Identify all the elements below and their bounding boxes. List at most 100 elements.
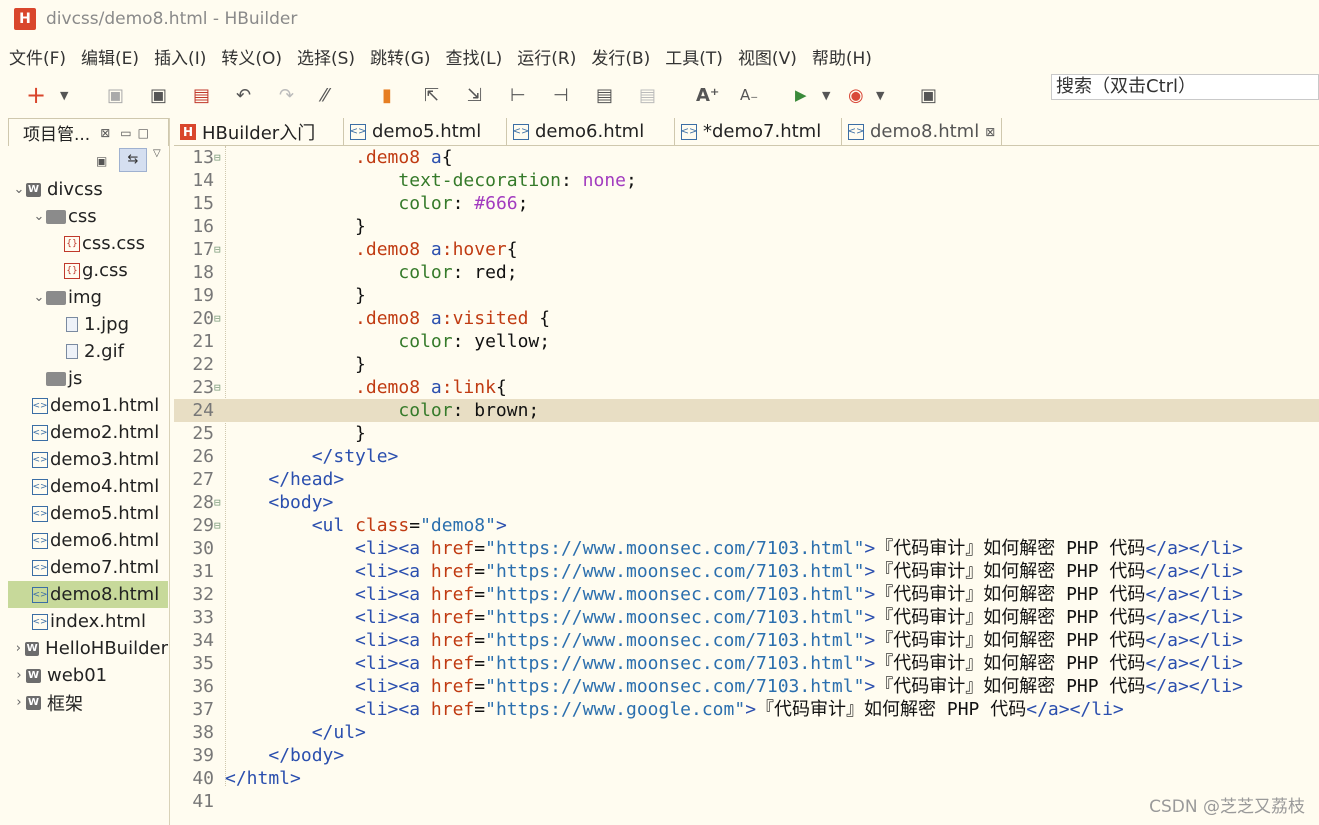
redo-icon[interactable]: ↷ — [279, 83, 294, 107]
browser-dropdown-icon[interactable]: ▼ — [876, 83, 884, 107]
code-token: href — [430, 584, 475, 605]
chevron-right-icon[interactable]: › — [12, 641, 25, 656]
collapse-all-icon[interactable]: ▣ — [96, 154, 107, 168]
chevron-right-icon[interactable]: › — [12, 695, 26, 710]
preview-icon[interactable]: ▣ — [920, 83, 937, 107]
browser-icon[interactable]: ◉ — [848, 83, 864, 107]
comment-icon[interactable]: ▤ — [596, 83, 613, 107]
folder-icon — [46, 371, 66, 386]
tree-item[interactable]: <> index.html — [8, 608, 168, 635]
editor-tab[interactable]: <> demo8.html ⊠ — [842, 118, 1002, 145]
link-editor-icon[interactable]: ⇆ — [119, 148, 147, 172]
tree-item[interactable]: <> demo5.html — [8, 500, 168, 527]
tree-item[interactable]: › W 框架 — [8, 689, 168, 716]
goto-end-icon[interactable]: ⊣ — [553, 83, 569, 107]
tree-item[interactable]: {} g.css — [8, 257, 168, 284]
tree-item[interactable]: 2.gif — [8, 338, 168, 365]
minimize-icon[interactable]: ▭ — [120, 126, 131, 140]
editor-tab[interactable]: <> demo6.html — [507, 118, 675, 145]
save-icon[interactable]: ▣ — [107, 83, 124, 107]
line-number: 22 — [192, 354, 214, 375]
project-manager-tab[interactable]: 项目管... ⊠ ▭ □ — [8, 118, 169, 146]
html-file-icon: <> — [32, 613, 48, 630]
new-dropdown-icon[interactable]: ▼ — [60, 83, 68, 107]
menu-item[interactable]: 工具(T) — [665, 44, 723, 69]
code-token: #666 — [474, 193, 518, 214]
goto-bottom-icon[interactable]: ⇲ — [467, 83, 482, 107]
fold-icon[interactable]: ⊟ — [214, 238, 221, 261]
maximize-icon[interactable]: □ — [138, 126, 149, 140]
code-token: <li><a — [355, 653, 431, 674]
code-text: <body> — [225, 491, 333, 514]
menu-item[interactable]: 文件(F) — [9, 44, 66, 69]
menu-item[interactable]: 跳转(G) — [370, 44, 430, 69]
run-dropdown-icon[interactable]: ▼ — [822, 83, 830, 107]
editor-tab[interactable]: <> demo5.html — [344, 118, 507, 145]
fold-icon[interactable]: ⊟ — [214, 491, 221, 514]
font-increase-icon[interactable]: A⁺ — [696, 83, 719, 107]
menu-item[interactable]: 视图(V) — [738, 44, 797, 69]
menu-item[interactable]: 帮助(H) — [812, 44, 872, 69]
undo-icon[interactable]: ↶ — [236, 83, 251, 107]
fold-icon[interactable]: ⊟ — [214, 376, 221, 399]
line-number: 35 — [192, 653, 214, 674]
font-decrease-icon[interactable]: A₋ — [740, 83, 758, 107]
bookmark-icon[interactable]: ▮ — [382, 83, 392, 107]
menu-item[interactable]: 发行(B) — [591, 44, 650, 69]
editor-tab[interactable]: <> *demo7.html — [675, 118, 842, 145]
code-token: > — [745, 699, 757, 720]
tree-item-label: HelloHBuilder — [45, 638, 168, 659]
code-token: > — [864, 538, 876, 559]
line-number: 33 — [192, 607, 214, 628]
tree-item[interactable]: <> demo4.html — [8, 473, 168, 500]
fold-icon[interactable]: ⊟ — [214, 307, 221, 330]
html-file-icon: <> — [32, 397, 48, 414]
tree-item[interactable]: js — [8, 365, 168, 392]
menu-item[interactable]: 转义(O) — [221, 44, 282, 69]
menu-item[interactable]: 查找(L) — [446, 44, 503, 69]
code-line: 33 <li><a href="https://www.moonsec.com/… — [174, 606, 1319, 629]
chevron-right-icon[interactable]: › — [12, 668, 26, 683]
tree-item[interactable]: › Wweb01 — [8, 662, 168, 689]
search-input[interactable]: 搜索（双击Ctrl） — [1051, 74, 1319, 100]
run-icon[interactable]: ▶ — [795, 83, 807, 107]
tree-item[interactable]: 1.jpg — [8, 311, 168, 338]
close-icon[interactable]: ⊠ — [100, 126, 110, 140]
menu-item[interactable]: 插入(I) — [154, 44, 206, 69]
line-number: 36 — [192, 676, 214, 697]
format-icon[interactable]: ⁄⁄ — [322, 83, 328, 107]
tree-item[interactable]: <> demo8.html — [8, 581, 168, 608]
goto-start-icon[interactable]: ⊢ — [510, 83, 526, 107]
tree-item[interactable]: ⌄ Wdivcss — [8, 176, 168, 203]
new-icon[interactable]: + — [26, 81, 46, 109]
menu-item[interactable]: 选择(S) — [297, 44, 355, 69]
editor-tab[interactable]: H HBuilder入门 — [174, 118, 344, 145]
fold-icon[interactable]: ⊟ — [214, 146, 221, 169]
chevron-down-icon[interactable]: ⌄ — [12, 182, 26, 197]
chevron-down-icon[interactable]: ⌄ — [32, 209, 46, 224]
code-editor[interactable]: 13 ⊟ .demo8 a{14 text-decoration: none; 15… — [174, 146, 1319, 825]
tree-item[interactable]: ⌄ css — [8, 203, 168, 230]
close-tab-icon[interactable]: ⊠ — [985, 125, 995, 139]
menu-item[interactable]: 编辑(E) — [81, 44, 139, 69]
goto-top-icon[interactable]: ⇱ — [424, 83, 439, 107]
tree-item[interactable]: <> demo3.html — [8, 446, 168, 473]
project-icon: W — [26, 695, 41, 710]
view-menu-icon[interactable]: ▽ — [153, 148, 161, 159]
tree-item[interactable]: <> demo7.html — [8, 554, 168, 581]
fold-icon[interactable]: ⊟ — [214, 514, 221, 537]
tree-item[interactable]: <> demo6.html — [8, 527, 168, 554]
close-file-icon[interactable]: ▤ — [193, 83, 210, 107]
line-number: 37 — [192, 699, 214, 720]
uncomment-icon[interactable]: ▤ — [639, 83, 656, 107]
tree-item[interactable]: <> demo1.html — [8, 392, 168, 419]
tree-item[interactable]: {} css.css — [8, 230, 168, 257]
menu-item[interactable]: 运行(R) — [517, 44, 576, 69]
chevron-down-icon[interactable]: ⌄ — [32, 290, 46, 305]
tree-item[interactable]: › W HelloHBuilder — [8, 635, 168, 662]
tree-item[interactable]: ⌄ img — [8, 284, 168, 311]
tree-item[interactable]: <> demo2.html — [8, 419, 168, 446]
save-all-icon[interactable]: ▣ — [150, 83, 167, 107]
